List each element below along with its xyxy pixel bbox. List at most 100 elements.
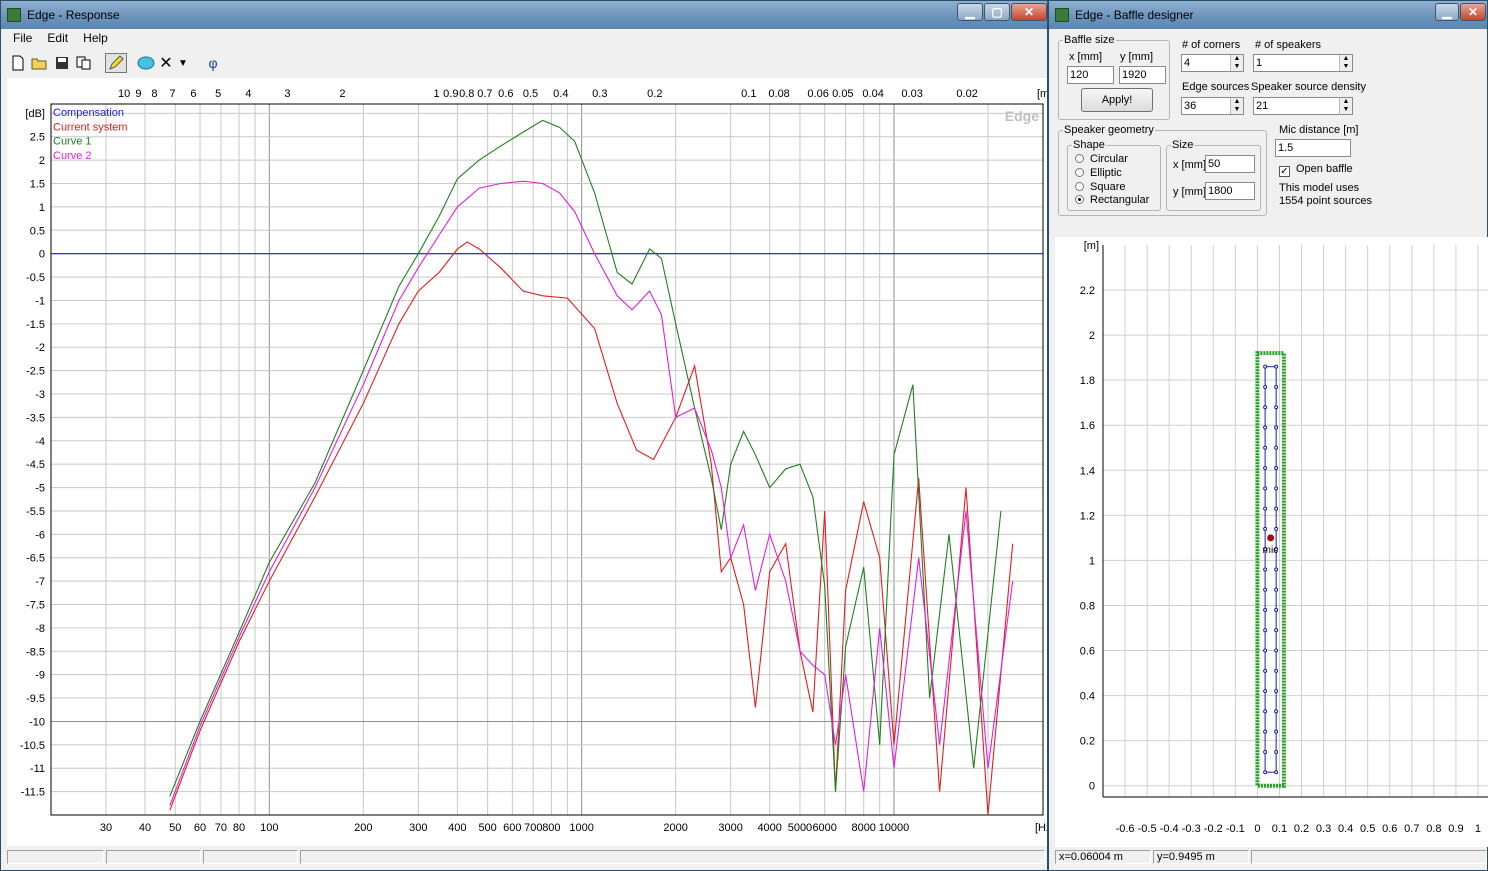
maximize-button[interactable]: ▢ bbox=[984, 3, 1010, 21]
y-tick-label: -10 bbox=[29, 716, 45, 728]
y-tick-label: -2 bbox=[35, 342, 45, 354]
shape-square-radio[interactable]: Square bbox=[1075, 181, 1125, 193]
x-tick-label: 6000 bbox=[812, 822, 836, 834]
speaker-icon[interactable] bbox=[135, 53, 157, 73]
legend-entry: Current system bbox=[53, 121, 128, 133]
mic-marker bbox=[1267, 534, 1275, 542]
response-titlebar[interactable]: Edge - Response ▁ ▢ ✕ bbox=[1, 1, 1047, 29]
y-tick-label: 2.5 bbox=[30, 132, 45, 144]
legend-entry: Curve 1 bbox=[53, 136, 92, 148]
y-axis-label: [dB] bbox=[25, 108, 45, 120]
shape-elliptic-radio[interactable]: Elliptic bbox=[1075, 167, 1122, 179]
x-tick-label: 0.3 bbox=[1316, 823, 1331, 835]
shape-rectangular-radio[interactable]: Rectangular bbox=[1075, 194, 1149, 206]
top-tick-label: 0.02 bbox=[956, 88, 977, 100]
menu-help[interactable]: Help bbox=[77, 29, 114, 47]
speaker-source-point bbox=[1274, 770, 1279, 775]
x-tick-label: 5000 bbox=[788, 822, 812, 834]
menu-file[interactable]: File bbox=[7, 29, 38, 47]
geometry-legend: Speaker geometry bbox=[1064, 124, 1154, 136]
spinner-arrows-icon[interactable]: ▲ ▼ bbox=[1339, 98, 1352, 114]
delete-icon[interactable]: ✕ bbox=[157, 53, 175, 73]
menu-edit[interactable]: Edit bbox=[41, 29, 74, 47]
x-tick-label: 2000 bbox=[663, 822, 687, 834]
baffle-x-input[interactable]: 120 bbox=[1067, 66, 1114, 84]
x-tick-label: 80 bbox=[233, 822, 245, 834]
x-tick-label: 0.7 bbox=[1404, 823, 1419, 835]
baffle-y-input[interactable]: 1920 bbox=[1119, 66, 1166, 84]
y-tick-label: -9.5 bbox=[26, 693, 45, 705]
response-chart[interactable]: 2.5 2 1.5 1 0.5 0 -0.5 -1 -1.5 -2 -2.5 -3 -3.5 -4 -4.5… bbox=[7, 78, 1047, 846]
dropdown-arrow-icon[interactable]: ▼ bbox=[177, 53, 189, 73]
copy-icon[interactable] bbox=[75, 53, 93, 73]
speaker-source-point bbox=[1274, 607, 1279, 612]
edge-sources-spinner[interactable]: 36 ▲ ▼ bbox=[1181, 97, 1244, 115]
status-pane-1 bbox=[7, 850, 104, 864]
mic-distance-input[interactable]: 1.5 bbox=[1275, 139, 1351, 157]
size-y-input[interactable]: 1800 bbox=[1205, 182, 1255, 200]
top-tick-label: 0.4 bbox=[553, 88, 568, 100]
x-tick-label: 1 bbox=[1475, 823, 1481, 835]
x-tick-label: 30 bbox=[100, 822, 112, 834]
phase-icon[interactable]: φ bbox=[202, 53, 224, 73]
speaker-source-point bbox=[1274, 709, 1279, 714]
designer-titlebar[interactable]: Edge - Baffle designer ▁ ✕ bbox=[1049, 1, 1487, 29]
top-tick-label: 0.08 bbox=[768, 88, 789, 100]
series-line-curve-2 bbox=[169, 180, 1014, 806]
edge-sources-value: 36 bbox=[1184, 100, 1197, 112]
x-tick-label: 500 bbox=[478, 822, 496, 834]
x-tick-label: 50 bbox=[169, 822, 181, 834]
density-spinner[interactable]: 21 ▲ ▼ bbox=[1253, 97, 1353, 115]
top-tick-label: 0.1 bbox=[741, 88, 756, 100]
y-tick-label: -1.5 bbox=[26, 319, 45, 331]
mic-label: mic bbox=[1263, 545, 1279, 556]
apply-button[interactable]: Apply! bbox=[1081, 88, 1153, 112]
designer-panel: Baffle size x [mm] y [mm] 120 1920 Apply… bbox=[1055, 29, 1483, 237]
app-icon bbox=[1055, 8, 1069, 22]
new-file-icon[interactable] bbox=[9, 53, 27, 73]
shape-circular-radio[interactable]: Circular bbox=[1075, 153, 1128, 165]
y-tick-label: 1.8 bbox=[1080, 375, 1095, 387]
x-tick-label: 400 bbox=[448, 822, 466, 834]
speakers-spinner[interactable]: 1 ▲ ▼ bbox=[1253, 54, 1353, 72]
speaker-source-point bbox=[1263, 587, 1268, 592]
y-tick-label: 0.2 bbox=[1080, 736, 1095, 748]
x-tick-label: -0.6 bbox=[1116, 823, 1135, 835]
minimize-button[interactable]: ▁ bbox=[957, 3, 983, 21]
speaker-source-point bbox=[1263, 486, 1268, 491]
y-tick-label: 1.2 bbox=[1080, 510, 1095, 522]
spinner-arrows-icon[interactable]: ▲ ▼ bbox=[1339, 55, 1352, 71]
minimize-button[interactable]: ▁ bbox=[1435, 3, 1459, 21]
pencil-icon[interactable] bbox=[105, 53, 127, 73]
baffle-plot[interactable]: [m] 2.2 2 1.8 1.6 1.4 1.2 1 0.8 0.6 0.4 0.2 0 -0.6 -0.… bbox=[1055, 237, 1488, 847]
speaker-source-point bbox=[1263, 607, 1268, 612]
y-tick-label: 2 bbox=[1089, 330, 1095, 342]
status-x: x=0.06004 m bbox=[1055, 850, 1151, 864]
y-tick-label: -8 bbox=[35, 623, 45, 635]
speaker-source-point bbox=[1274, 486, 1279, 491]
save-icon[interactable] bbox=[53, 53, 71, 73]
shape-rectangular-label: Rectangular bbox=[1090, 194, 1150, 206]
speaker-source-point bbox=[1274, 749, 1279, 754]
menu-bar: File Edit Help bbox=[7, 29, 1041, 49]
top-tick-label: 0.8 bbox=[459, 88, 474, 100]
checkmark-icon: ✓ bbox=[1279, 166, 1290, 177]
corners-spinner[interactable]: 4 ▲ ▼ bbox=[1181, 54, 1244, 72]
plot-unit-label: [m] bbox=[1084, 240, 1099, 252]
speaker-source-point bbox=[1274, 425, 1279, 430]
y-tick-label: -11 bbox=[30, 763, 45, 775]
close-button[interactable]: ✕ bbox=[1460, 3, 1486, 21]
top-tick-label: 2 bbox=[339, 88, 345, 100]
speaker-source-point bbox=[1274, 567, 1279, 572]
series-line-curve-1 bbox=[169, 119, 1002, 797]
spinner-arrows-icon[interactable]: ▲ ▼ bbox=[1230, 98, 1243, 114]
close-button[interactable]: ✕ bbox=[1011, 3, 1047, 21]
open-baffle-checkbox[interactable]: ✓ Open baffle bbox=[1279, 163, 1353, 177]
spinner-arrows-icon[interactable]: ▲ ▼ bbox=[1230, 55, 1243, 71]
size-x-input[interactable]: 50 bbox=[1205, 155, 1255, 173]
open-folder-icon[interactable] bbox=[30, 53, 48, 73]
speaker-source-point bbox=[1274, 526, 1279, 531]
y-tick-label: 0.8 bbox=[1080, 600, 1095, 612]
y-tick-label: -5.5 bbox=[26, 506, 45, 518]
speaker-source-point bbox=[1263, 405, 1268, 410]
